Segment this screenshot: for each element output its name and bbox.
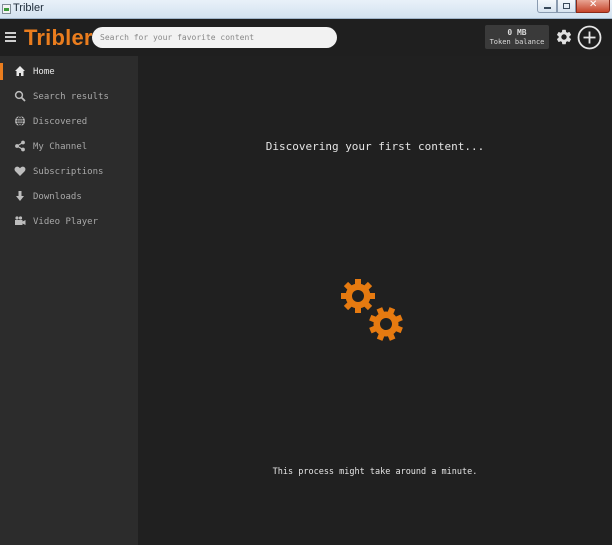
settings-button[interactable] xyxy=(555,28,573,46)
sidebar-item-label: Subscriptions xyxy=(33,167,104,177)
home-icon xyxy=(15,66,25,76)
search-input[interactable] xyxy=(92,27,337,48)
sidebar-item-my-channel[interactable]: My Channel xyxy=(0,134,138,159)
sidebar-item-label: Search results xyxy=(33,92,109,102)
brand-logo: Tribler xyxy=(24,25,93,50)
hamburger-menu-icon[interactable] xyxy=(5,32,16,42)
minimize-button[interactable] xyxy=(537,0,557,13)
app-icon xyxy=(2,4,11,14)
token-label: Token balance xyxy=(489,38,545,46)
discovering-message: Discovering your first content... xyxy=(265,140,485,153)
gear-icon xyxy=(556,29,572,45)
sidebar-item-label: Video Player xyxy=(33,217,99,227)
share-icon xyxy=(15,140,25,152)
app-window: Tribler Tribler 0 MB Token balance xyxy=(0,0,612,545)
globe-icon xyxy=(15,115,25,127)
gears-icon xyxy=(341,279,409,347)
app-header: Tribler 0 MB Token balance xyxy=(0,19,612,56)
maximize-button[interactable] xyxy=(557,0,576,13)
main-content: Discovering your first content... This p… xyxy=(138,56,612,545)
video-camera-icon xyxy=(15,216,26,225)
sidebar-item-label: Downloads xyxy=(33,192,82,202)
search-icon xyxy=(14,90,26,102)
wait-message: This process might take around a minute. xyxy=(272,467,478,477)
sidebar-item-subscriptions[interactable]: Subscriptions xyxy=(0,159,138,184)
window-titlebar[interactable]: Tribler xyxy=(0,0,612,19)
sidebar-item-home[interactable]: Home xyxy=(0,59,138,84)
token-amount: 0 MB xyxy=(507,28,527,37)
sidebar-item-downloads[interactable]: Downloads xyxy=(0,184,138,209)
close-button[interactable] xyxy=(576,0,610,13)
plus-circle-icon xyxy=(577,25,602,50)
sidebar-item-video-player[interactable]: Video Player xyxy=(0,209,138,234)
sidebar-item-search-results[interactable]: Search results xyxy=(0,84,138,109)
sidebar: Home Search results Discovered My Channe… xyxy=(0,56,138,545)
sidebar-item-label: My Channel xyxy=(33,142,88,152)
sidebar-item-label: Discovered xyxy=(33,117,88,127)
download-arrow-icon xyxy=(16,191,24,201)
add-button[interactable] xyxy=(577,25,602,50)
heart-icon xyxy=(14,166,26,176)
sidebar-item-discovered[interactable]: Discovered xyxy=(0,109,138,134)
sidebar-item-label: Home xyxy=(33,67,55,77)
window-title: Tribler xyxy=(13,2,44,14)
token-balance-button[interactable]: 0 MB Token balance xyxy=(485,25,549,49)
